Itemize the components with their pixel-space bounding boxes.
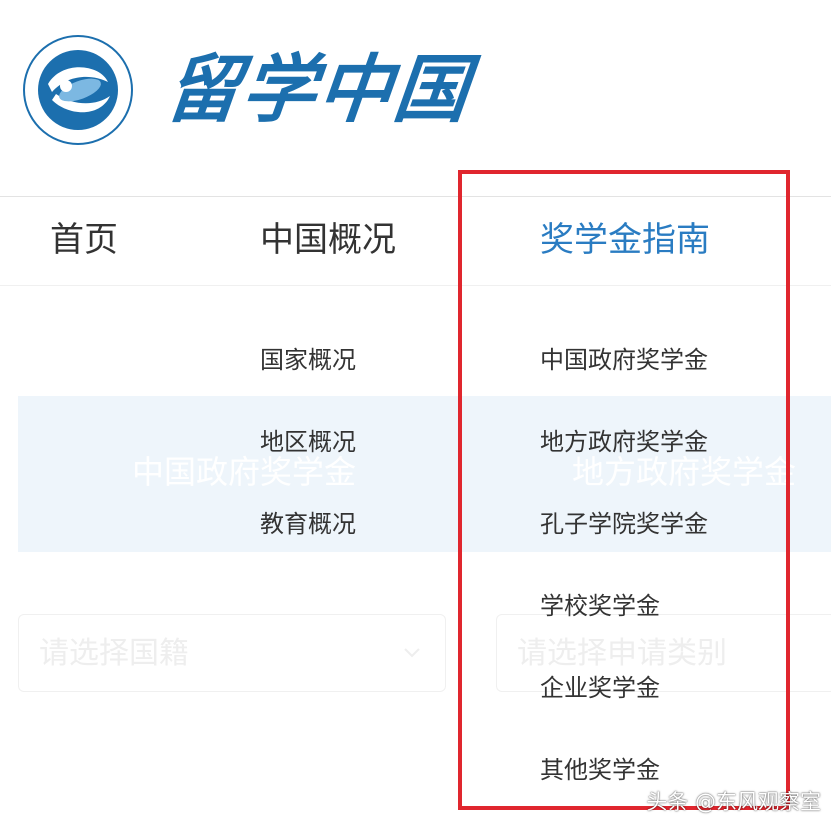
watermark: 头条 @东风观察室 <box>646 790 821 814</box>
nav-item-home[interactable]: 首页 <box>50 218 118 262</box>
dropdown-china-overview: 国家概况 地区概况 教育概况 <box>240 286 440 832</box>
nationality-select-placeholder: 请选择国籍 <box>39 636 189 671</box>
menu-item-region-overview[interactable]: 地区概况 <box>260 426 356 458</box>
menu-item-education-overview[interactable]: 教育概况 <box>260 508 356 540</box>
highlight-box <box>458 170 790 810</box>
nav-item-china-overview[interactable]: 中国概况 <box>260 218 396 262</box>
menu-item-country-overview[interactable]: 国家概况 <box>260 344 356 376</box>
logo-emblem[interactable] <box>22 34 134 146</box>
logo-wordmark[interactable]: 留学中国 <box>161 42 475 138</box>
